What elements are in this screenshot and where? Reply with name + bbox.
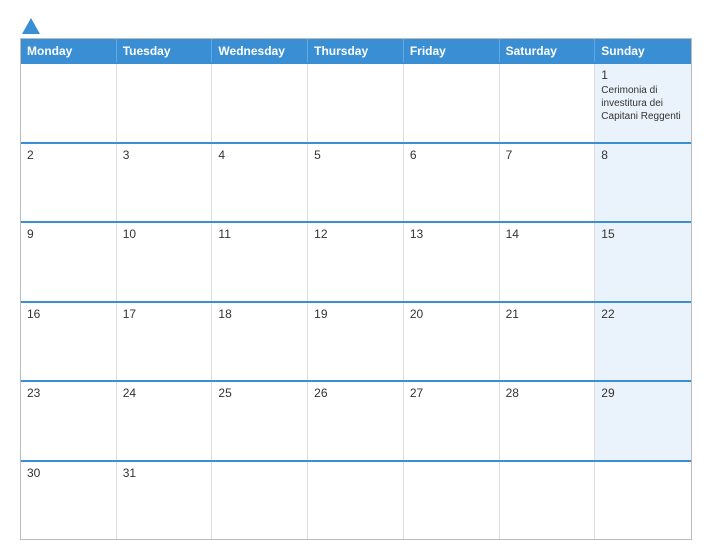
calendar-cell: [500, 462, 596, 540]
calendar-row: 9 10 11 12 13 14 15: [21, 221, 691, 301]
calendar-cell: 1 Cerimonia di investitura dei Capitani R…: [595, 64, 691, 142]
event-text: Cerimonia di investitura dei Capitani Re…: [601, 84, 685, 123]
day-number: 22: [601, 307, 685, 321]
day-header-monday: Monday: [21, 39, 117, 62]
calendar-row: 16 17 18 19 20 21 22: [21, 301, 691, 381]
day-header-friday: Friday: [404, 39, 500, 62]
calendar-cell: [500, 64, 596, 142]
day-number: 16: [27, 307, 110, 321]
day-header-thursday: Thursday: [308, 39, 404, 62]
calendar-cell: 16: [21, 303, 117, 381]
calendar-cell: 4: [212, 144, 308, 222]
calendar-cell: 20: [404, 303, 500, 381]
calendar-row: 2345678: [21, 142, 691, 222]
day-header-sunday: Sunday: [595, 39, 691, 62]
calendar-cell: 27: [404, 382, 500, 460]
day-header-saturday: Saturday: [500, 39, 596, 62]
calendar-cell: [212, 64, 308, 142]
calendar-cell: 8: [595, 144, 691, 222]
calendar-cell: [308, 64, 404, 142]
day-number: 3: [123, 148, 206, 162]
day-number: 15: [601, 227, 685, 241]
calendar-cell: 7: [500, 144, 596, 222]
day-number: 8: [601, 148, 685, 162]
calendar-cell: 6: [404, 144, 500, 222]
calendar-header: MondayTuesdayWednesdayThursdayFridaySatu…: [21, 39, 691, 62]
day-number: 11: [218, 227, 301, 241]
calendar-body: 1 Cerimonia di investitura dei Capitani R…: [21, 62, 691, 539]
calendar-cell: 30: [21, 462, 117, 540]
calendar-cell: [404, 462, 500, 540]
day-number: 7: [506, 148, 589, 162]
calendar: MondayTuesdayWednesdayThursdayFridaySatu…: [20, 38, 692, 540]
calendar-cell: 12: [308, 223, 404, 301]
page: MondayTuesdayWednesdayThursdayFridaySatu…: [0, 0, 712, 550]
calendar-cell: [595, 462, 691, 540]
day-number: 1: [601, 68, 685, 82]
day-number: 18: [218, 307, 301, 321]
day-number: 21: [506, 307, 589, 321]
calendar-cell: [21, 64, 117, 142]
calendar-cell: [404, 64, 500, 142]
calendar-cell: 5: [308, 144, 404, 222]
day-number: 4: [218, 148, 301, 162]
day-number: 23: [27, 386, 110, 400]
calendar-cell: [117, 64, 213, 142]
calendar-cell: [212, 462, 308, 540]
calendar-cell: 18: [212, 303, 308, 381]
calendar-row: 1 Cerimonia di investitura dei Capitani R…: [21, 62, 691, 142]
calendar-cell: 23: [21, 382, 117, 460]
day-number: 27: [410, 386, 493, 400]
header: [20, 18, 692, 32]
calendar-cell: 29: [595, 382, 691, 460]
day-number: 17: [123, 307, 206, 321]
day-number: 9: [27, 227, 110, 241]
day-number: 20: [410, 307, 493, 321]
calendar-cell: 2: [21, 144, 117, 222]
day-number: 24: [123, 386, 206, 400]
calendar-cell: 26: [308, 382, 404, 460]
day-number: 5: [314, 148, 397, 162]
calendar-cell: 31: [117, 462, 213, 540]
day-number: 30: [27, 466, 110, 480]
country-name: [602, 18, 692, 24]
calendar-cell: 21: [500, 303, 596, 381]
calendar-cell: 28: [500, 382, 596, 460]
calendar-cell: 24: [117, 382, 213, 460]
day-number: 31: [123, 466, 206, 480]
calendar-cell: 17: [117, 303, 213, 381]
day-number: 12: [314, 227, 397, 241]
day-header-tuesday: Tuesday: [117, 39, 213, 62]
calendar-cell: 9: [21, 223, 117, 301]
calendar-row: 23 24 25 26 27 28 29: [21, 380, 691, 460]
day-header-wednesday: Wednesday: [212, 39, 308, 62]
logo: [20, 18, 42, 32]
calendar-cell: 3: [117, 144, 213, 222]
day-number: 29: [601, 386, 685, 400]
calendar-cell: 13: [404, 223, 500, 301]
calendar-cell: 15: [595, 223, 691, 301]
calendar-cell: [308, 462, 404, 540]
day-number: 28: [506, 386, 589, 400]
logo-triangle-icon: [22, 18, 40, 34]
calendar-cell: 22: [595, 303, 691, 381]
calendar-cell: 11: [212, 223, 308, 301]
day-number: 10: [123, 227, 206, 241]
day-number: 13: [410, 227, 493, 241]
calendar-cell: 19: [308, 303, 404, 381]
day-number: 19: [314, 307, 397, 321]
calendar-cell: 25: [212, 382, 308, 460]
day-number: 25: [218, 386, 301, 400]
day-number: 6: [410, 148, 493, 162]
day-number: 26: [314, 386, 397, 400]
calendar-row: 30 31: [21, 460, 691, 540]
day-number: 14: [506, 227, 589, 241]
day-number: 2: [27, 148, 110, 162]
calendar-cell: 14: [500, 223, 596, 301]
calendar-cell: 10: [117, 223, 213, 301]
